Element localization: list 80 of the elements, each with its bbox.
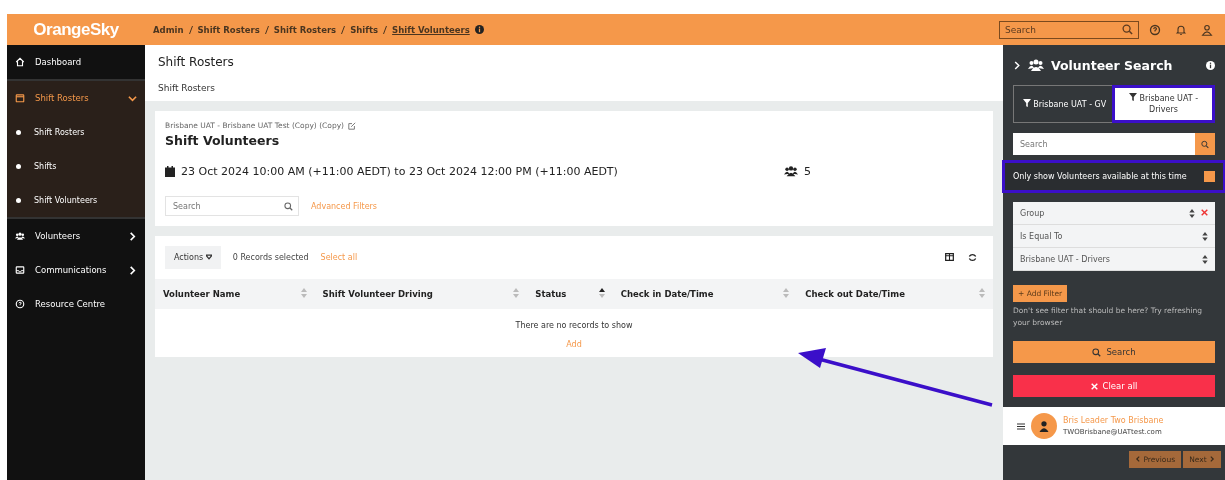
filter-tab[interactable]: Brisbane UAT - Drivers <box>1115 88 1212 121</box>
sidebar-subitem[interactable]: Shifts <box>7 149 145 183</box>
bullet-icon <box>16 197 21 203</box>
chevron-left-icon <box>1135 456 1142 463</box>
user-icon[interactable] <box>1201 23 1213 36</box>
remove-icon[interactable] <box>1201 209 1208 217</box>
column-header[interactable]: Check in Date/Time <box>612 279 798 309</box>
breadcrumb-link[interactable]: Shift Rosters <box>273 24 337 35</box>
filter-select[interactable]: Brisbane UAT - Drivers <box>1013 248 1215 272</box>
breadcrumb-link[interactable]: Shifts <box>350 24 379 35</box>
people-icon <box>1028 57 1044 73</box>
actions-button[interactable]: Actions <box>165 246 221 269</box>
caret-icon <box>205 254 212 260</box>
search-icon <box>284 201 293 211</box>
search-button[interactable]: Search <box>1013 341 1215 364</box>
sidebar-item[interactable]: Resource Centre <box>7 287 145 321</box>
shift-title: Shift Volunteers <box>165 133 281 148</box>
breadcrumb-separator <box>341 25 346 34</box>
avatar-icon <box>1031 413 1057 440</box>
info-icon[interactable] <box>474 25 484 34</box>
breadcrumb-separator <box>383 25 388 34</box>
column-header[interactable]: Status <box>527 279 613 309</box>
info-icon[interactable] <box>1206 60 1215 70</box>
sidebar-item[interactable]: Shift Rosters <box>7 79 145 115</box>
search-button[interactable] <box>1195 133 1215 156</box>
search-icon <box>1092 347 1102 357</box>
sidebar-subitem[interactable]: Shift Rosters <box>7 115 145 149</box>
columns-icon[interactable] <box>945 253 954 261</box>
records-selected: 0 Records selected <box>232 253 309 262</box>
menu-icon[interactable] <box>1017 422 1025 430</box>
breadcrumb-link[interactable]: Shift Rosters <box>197 24 260 35</box>
breadcrumb-link[interactable]: Shift Volunteers <box>392 24 470 35</box>
calendar-icon <box>15 93 25 103</box>
sidebar-item[interactable]: Volunteers <box>7 219 145 253</box>
chevron-icon[interactable] <box>1013 60 1021 70</box>
refresh-icon[interactable] <box>968 253 977 262</box>
sort-icon[interactable] <box>598 288 605 298</box>
column-header[interactable]: Volunteer Name <box>155 279 315 309</box>
dropdown-arrows-icon <box>1202 254 1208 264</box>
sidebar-subitem[interactable]: Shift Volunteers <box>7 183 145 217</box>
help-icon[interactable] <box>1149 23 1161 36</box>
bullet-icon <box>16 163 21 169</box>
search-icon <box>1122 24 1133 35</box>
people-icon <box>15 231 25 241</box>
breadcrumb-separator <box>264 25 269 34</box>
search-field[interactable]: Search <box>1013 133 1195 156</box>
volunteer-count: 5 <box>803 164 811 178</box>
filter-select[interactable]: Group <box>1013 202 1215 226</box>
people-icon <box>783 164 798 178</box>
help-icon <box>15 299 25 309</box>
bell-icon[interactable] <box>1175 23 1187 36</box>
bullet-icon <box>16 129 21 135</box>
breadcrumb-separator <box>188 25 193 34</box>
filter-icon <box>1128 93 1137 101</box>
dropdown-arrows-icon <box>1189 208 1195 218</box>
home-icon <box>15 57 25 67</box>
search-field[interactable]: Search <box>999 20 1139 39</box>
panel-title: Volunteer Search <box>1051 57 1174 73</box>
dropdown-arrows-icon <box>1202 231 1208 241</box>
column-header[interactable]: Check out Date/Time <box>797 279 993 309</box>
clear-all-button[interactable]: Clear all <box>1013 375 1215 398</box>
edit-icon[interactable] <box>348 121 357 130</box>
page-subtitle: Shift Rosters <box>158 83 216 93</box>
availability-option[interactable]: Only show Volunteers available at this time <box>1005 163 1223 191</box>
calendar-icon <box>165 165 175 177</box>
search-icon <box>1201 139 1209 149</box>
breadcrumb-link[interactable]: Admin <box>153 24 184 35</box>
filter-select[interactable]: Is Equal To <box>1013 225 1215 249</box>
shift-time: 23 Oct 2024 10:00 AM (+11:00 AEDT) to 23 Oct 2024 12:00 PM (+11:00 AEDT) <box>181 164 618 178</box>
empty-message: There are no records to show <box>515 321 633 330</box>
sidebar-item[interactable]: Communications <box>7 253 145 287</box>
mail-icon <box>15 265 25 275</box>
checkbox[interactable] <box>1204 171 1215 183</box>
filter-icon <box>1022 98 1031 107</box>
column-header[interactable]: Shift Volunteer Driving <box>314 279 528 309</box>
chevron-right-icon <box>1209 456 1215 463</box>
page-title: Shift Rosters <box>158 55 235 69</box>
close-icon[interactable] <box>1090 382 1098 390</box>
filter-tab[interactable]: Brisbane UAT - GV <box>1016 88 1113 121</box>
sidebar-item[interactable]: Dashboard <box>7 45 145 79</box>
